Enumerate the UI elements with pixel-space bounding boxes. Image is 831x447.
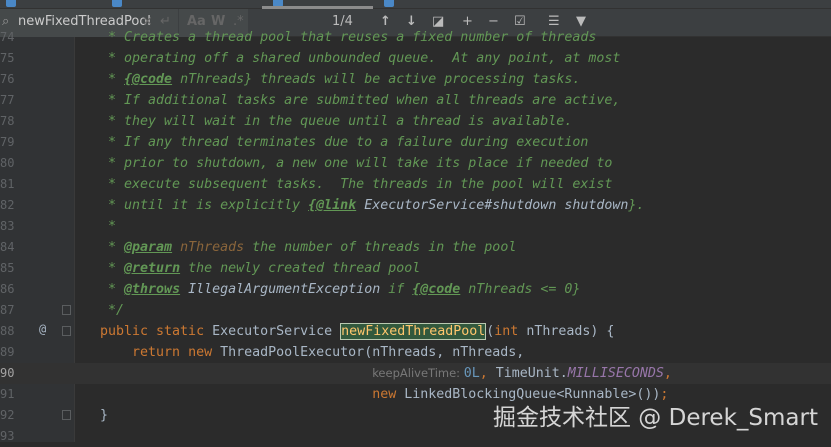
code-line[interactable]: 76 * {@code nThreads} threads will be ac…	[0, 69, 831, 90]
line-number: 92	[0, 408, 15, 422]
line-number: 89	[0, 345, 15, 359]
code-text: * execute subsequent tasks. The threads …	[100, 177, 613, 192]
line-number: 90	[0, 366, 15, 380]
code-line[interactable]: 79 * If any thread terminates due to a f…	[0, 132, 831, 153]
code-text: */	[100, 303, 125, 318]
code-text: * If any thread terminates due to a fail…	[100, 135, 589, 150]
code-line[interactable]: 86 * @throws IllegalArgumentException if…	[0, 279, 831, 300]
code-text: keepAliveTime: 0L, TimeUnit.MILLISECONDS…	[372, 366, 672, 381]
code-text: * until it is explicitly {@link Executor…	[100, 198, 645, 213]
editor-tabs[interactable]	[0, 0, 831, 9]
code-text: public static ExecutorService newFixedTh…	[100, 323, 615, 340]
code-line[interactable]: 84 * @param nThreads the number of threa…	[0, 237, 831, 258]
tab-icon	[6, 0, 16, 7]
code-line[interactable]: 82 * until it is explicitly {@link Execu…	[0, 195, 831, 216]
code-text: * they will wait in the queue until a th…	[100, 114, 573, 129]
code-text: }	[100, 408, 109, 423]
line-number: 82	[0, 198, 15, 212]
watermark: 掘金技术社区 @ Derek_Smart	[493, 405, 818, 431]
line-number: 81	[0, 177, 15, 191]
code-line[interactable]: 89 return new ThreadPoolExecutor(nThread…	[0, 342, 831, 363]
override-marker-icon[interactable]: @	[39, 322, 46, 336]
line-number: 78	[0, 114, 15, 128]
code-line[interactable]: 77 * If additional tasks are submitted w…	[0, 90, 831, 111]
code-line[interactable]: 78 * they will wait in the queue until a…	[0, 111, 831, 132]
tab-icon	[112, 0, 122, 7]
code-line[interactable]: 88 public static ExecutorService newFixed…	[0, 321, 831, 342]
line-number: 74	[0, 30, 15, 44]
line-number: 91	[0, 387, 15, 401]
code-line[interactable]: 80 * prior to shutdown, a new one will t…	[0, 153, 831, 174]
code-line[interactable]: 87 */	[0, 300, 831, 321]
code-text: return new ThreadPoolExecutor(nThreads, …	[132, 345, 525, 360]
fold-icon[interactable]	[62, 326, 71, 336]
line-number: 79	[0, 135, 15, 149]
code-line[interactable]: 75 * operating off a shared unbounded qu…	[0, 48, 831, 69]
code-text: * @throws IllegalArgumentException if {@…	[100, 282, 581, 297]
code-text: *	[100, 219, 117, 234]
code-text: * operating off a shared unbounded queue…	[100, 51, 621, 66]
code-line[interactable]: 85 * @return the newly created thread po…	[0, 258, 831, 279]
line-number: 93	[0, 429, 15, 443]
line-number: 76	[0, 72, 15, 86]
tab-icon	[384, 0, 394, 7]
code-text: * If additional tasks are submitted when…	[100, 93, 621, 108]
fold-icon[interactable]	[62, 410, 71, 420]
line-number: 88	[0, 324, 15, 338]
code-line[interactable]: 90 keepAliveTime: 0L, TimeUnit.MILLISECO…	[0, 363, 831, 384]
code-text: * prior to shutdown, a new one will take…	[100, 156, 613, 171]
code-line[interactable]: 83 *	[0, 216, 831, 237]
line-number: 75	[0, 51, 15, 65]
code-text: * Creates a thread pool that reuses a fi…	[100, 30, 597, 45]
fold-icon[interactable]	[62, 305, 71, 315]
code-text: * @return the newly created thread pool	[100, 261, 421, 276]
line-number: 80	[0, 156, 15, 170]
line-number: 87	[0, 303, 15, 317]
line-number: 77	[0, 93, 15, 107]
line-number: 84	[0, 240, 15, 254]
code-line[interactable]: 74 * Creates a thread pool that reuses a…	[0, 27, 831, 48]
code-line[interactable]: 81 * execute subsequent tasks. The threa…	[0, 174, 831, 195]
line-number: 86	[0, 282, 15, 296]
code-text: * @param nThreads the number of threads …	[100, 240, 517, 255]
line-number: 85	[0, 261, 15, 275]
line-number: 83	[0, 219, 15, 233]
code-text: * {@code nThreads} threads will be activ…	[100, 72, 581, 87]
